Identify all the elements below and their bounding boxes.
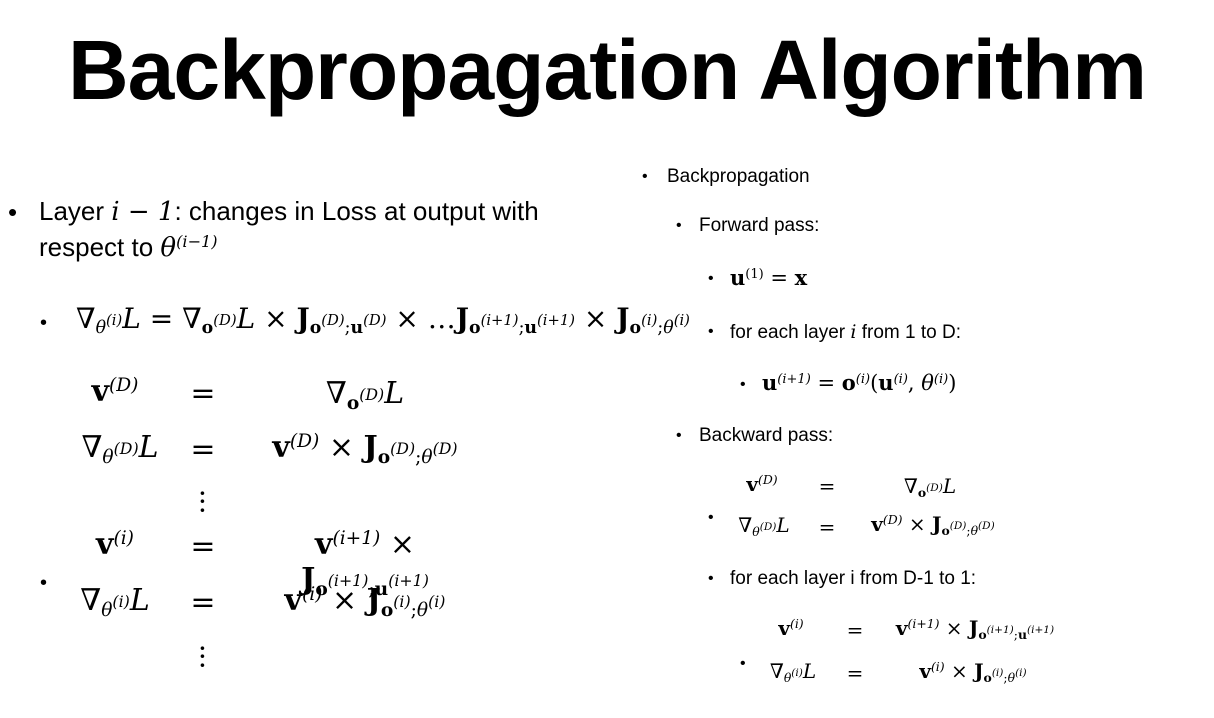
vertical-dots: · · · [198,477,207,527]
bullet-dot: • [40,572,48,594]
bullet-dot: • [8,197,18,227]
page-title: Backpropagation Algorithm [68,23,1147,117]
forward-loop-heading: for each layer i from 1 to D: [730,321,961,344]
eq-rhs: v(i) × Jo(i);θ(i) [284,583,446,621]
backprop-heading: Backpropagation [667,166,810,187]
eq-lhs: v(i) [778,616,804,640]
bullet-dot: • [708,323,714,340]
bullet-dot: • [40,312,48,334]
forward-init-equation: u(1) = x [730,265,808,290]
eq-lhs: ∇θ(D)L [81,430,159,468]
eq-rhs: v(D) × Jo(D);θ(D) [272,430,458,468]
bullet-dot: • [740,655,746,672]
eq-sign: = [190,376,216,411]
eq-lhs: v(D) [91,374,139,409]
eq-rhs: ∇o(D)L [903,474,957,500]
gradient-chain-equation: ∇θ(i)L = ∇o(D)L × Jo(D);u(D) × …Jo(i+1);… [76,302,690,339]
eq-rhs: v(D) × Jo(D);θ(D) [871,512,995,538]
backward-loop-heading: for each layer i from D-1 to 1: [730,568,977,589]
eq-lhs: v(i) [96,527,134,562]
layer-heading-line1: Layer i − 1: changes in Loss at output w… [39,196,539,227]
bullet-dot: • [676,427,682,444]
forward-update-equation: u(i+1) = o(i)(u(i), θ(i)) [762,370,957,395]
layer-heading-line2-prefix: respect to [39,232,161,262]
bullet-dot: • [708,270,714,287]
eq-lhs: ∇θ(D)L [738,513,790,539]
bullet-dot: • [708,570,714,587]
eq-sign: = [846,661,864,685]
forward-loop-prefix: for each layer [730,322,851,343]
eq-sign: = [190,585,216,620]
eq-lhs: ∇θ(i)L [80,583,150,621]
eq-sign: = [190,432,216,467]
eq-sign: = [818,515,836,539]
vertical-dots: · · · [198,632,207,682]
layer-heading-prefix: Layer [39,196,112,226]
forward-pass-heading: Forward pass: [699,215,820,236]
layer-heading-math: i − 1 [111,197,175,227]
bullet-dot: • [642,168,648,185]
forward-loop-suffix: from 1 to D: [856,322,962,343]
eq-sign: = [846,618,864,642]
bullet-dot: • [708,509,714,526]
layer-heading-suffix: : changes in Loss at output with [174,196,539,226]
theta-symbol: θ [160,233,177,263]
eq-rhs: ∇o(D)L [325,376,405,414]
eq-lhs: ∇θ(i)L [769,659,817,685]
eq-rhs: v(i) × Jo(i);θ(i) [919,659,1027,685]
eq-rhs: v(i+1) × Jo(i+1);u(i+1) [895,616,1055,642]
backward-pass-heading: Backward pass: [699,425,834,446]
bullet-dot: • [740,376,746,393]
layer-heading-line2: respect to θ(i−1) [39,232,218,263]
theta-superscript: (i−1) [176,232,218,252]
eq-sign: = [190,529,216,564]
eq-sign: = [818,474,836,498]
bullet-dot: • [676,217,682,234]
eq-lhs: v(D) [746,472,778,496]
